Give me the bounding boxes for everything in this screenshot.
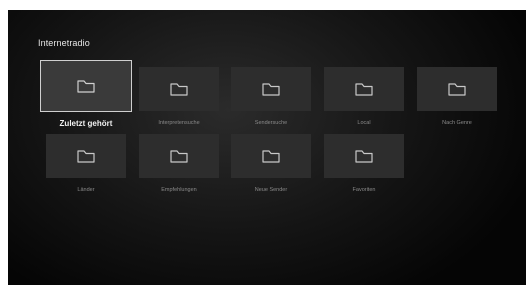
tile-label-empfehlungen: Empfehlungen (161, 187, 197, 193)
tile-label-nach-genre: Nach Genre (442, 120, 472, 126)
folder-icon (355, 83, 373, 96)
tile-interpretensuche[interactable] (139, 67, 219, 111)
folder-icon (355, 150, 373, 163)
folder-icon (262, 83, 280, 96)
tile-neue-sender[interactable] (231, 134, 311, 178)
tile-label-neue-sender: Neue Sender (254, 187, 288, 193)
internetradio-screen: Internetradio Zuletzt gehört Interpreten… (8, 10, 526, 285)
tile-label-local: Local (357, 120, 371, 126)
folder-icon (77, 150, 95, 163)
folder-icon (262, 150, 280, 163)
tile-empfehlungen[interactable] (139, 134, 219, 178)
folder-icon (170, 150, 188, 163)
folder-icon (170, 83, 188, 96)
folder-icon (448, 83, 466, 96)
tile-sendersuche[interactable] (231, 67, 311, 111)
tile-zuletzt-gehoert[interactable] (40, 60, 132, 112)
tile-label-zuletzt-gehoert: Zuletzt gehört (59, 119, 113, 128)
tile-label-favoriten: Favoriten (352, 187, 376, 193)
tile-label-interpretensuche: Interpretensuche (158, 120, 200, 126)
folder-icon (77, 80, 95, 93)
tile-label-sendersuche: Sendersuche (254, 120, 288, 126)
tile-laender[interactable] (46, 134, 126, 178)
tile-local[interactable] (324, 67, 404, 111)
tile-favoriten[interactable] (324, 134, 404, 178)
tile-label-laender: Länder (77, 187, 95, 193)
tile-nach-genre[interactable] (417, 67, 497, 111)
page-title: Internetradio (38, 38, 90, 48)
